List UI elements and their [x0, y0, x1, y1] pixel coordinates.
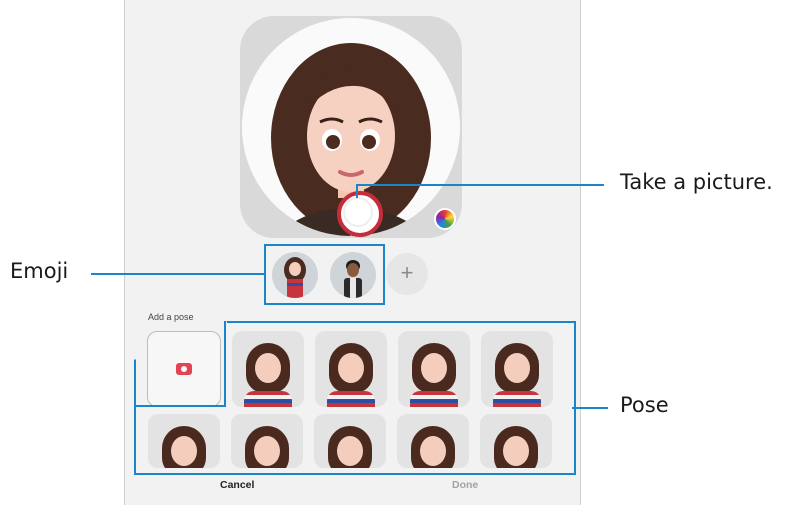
done-button[interactable]: Done [452, 479, 478, 491]
take-picture-callout-corner [356, 184, 376, 186]
pose-callout-line [572, 407, 608, 409]
take-picture-callout: Take a picture. [620, 170, 773, 194]
pose-frame-step-h [134, 405, 226, 407]
pose-frame-step-v [224, 321, 226, 407]
take-picture-callout-line [374, 184, 604, 186]
take-picture-button[interactable] [337, 191, 383, 237]
emoji-callout: Emoji [10, 259, 69, 283]
cancel-button[interactable]: Cancel [220, 479, 254, 491]
color-palette-icon[interactable] [434, 208, 456, 230]
emoji-highlight-frame [264, 244, 385, 305]
shutter-inner-ring [343, 197, 373, 227]
take-picture-callout-stub [356, 184, 358, 198]
add-emoji-button[interactable]: + [386, 253, 428, 295]
emoji-callout-line [91, 273, 264, 275]
pose-callout: Pose [620, 393, 669, 417]
add-pose-label: Add a pose [148, 312, 194, 322]
